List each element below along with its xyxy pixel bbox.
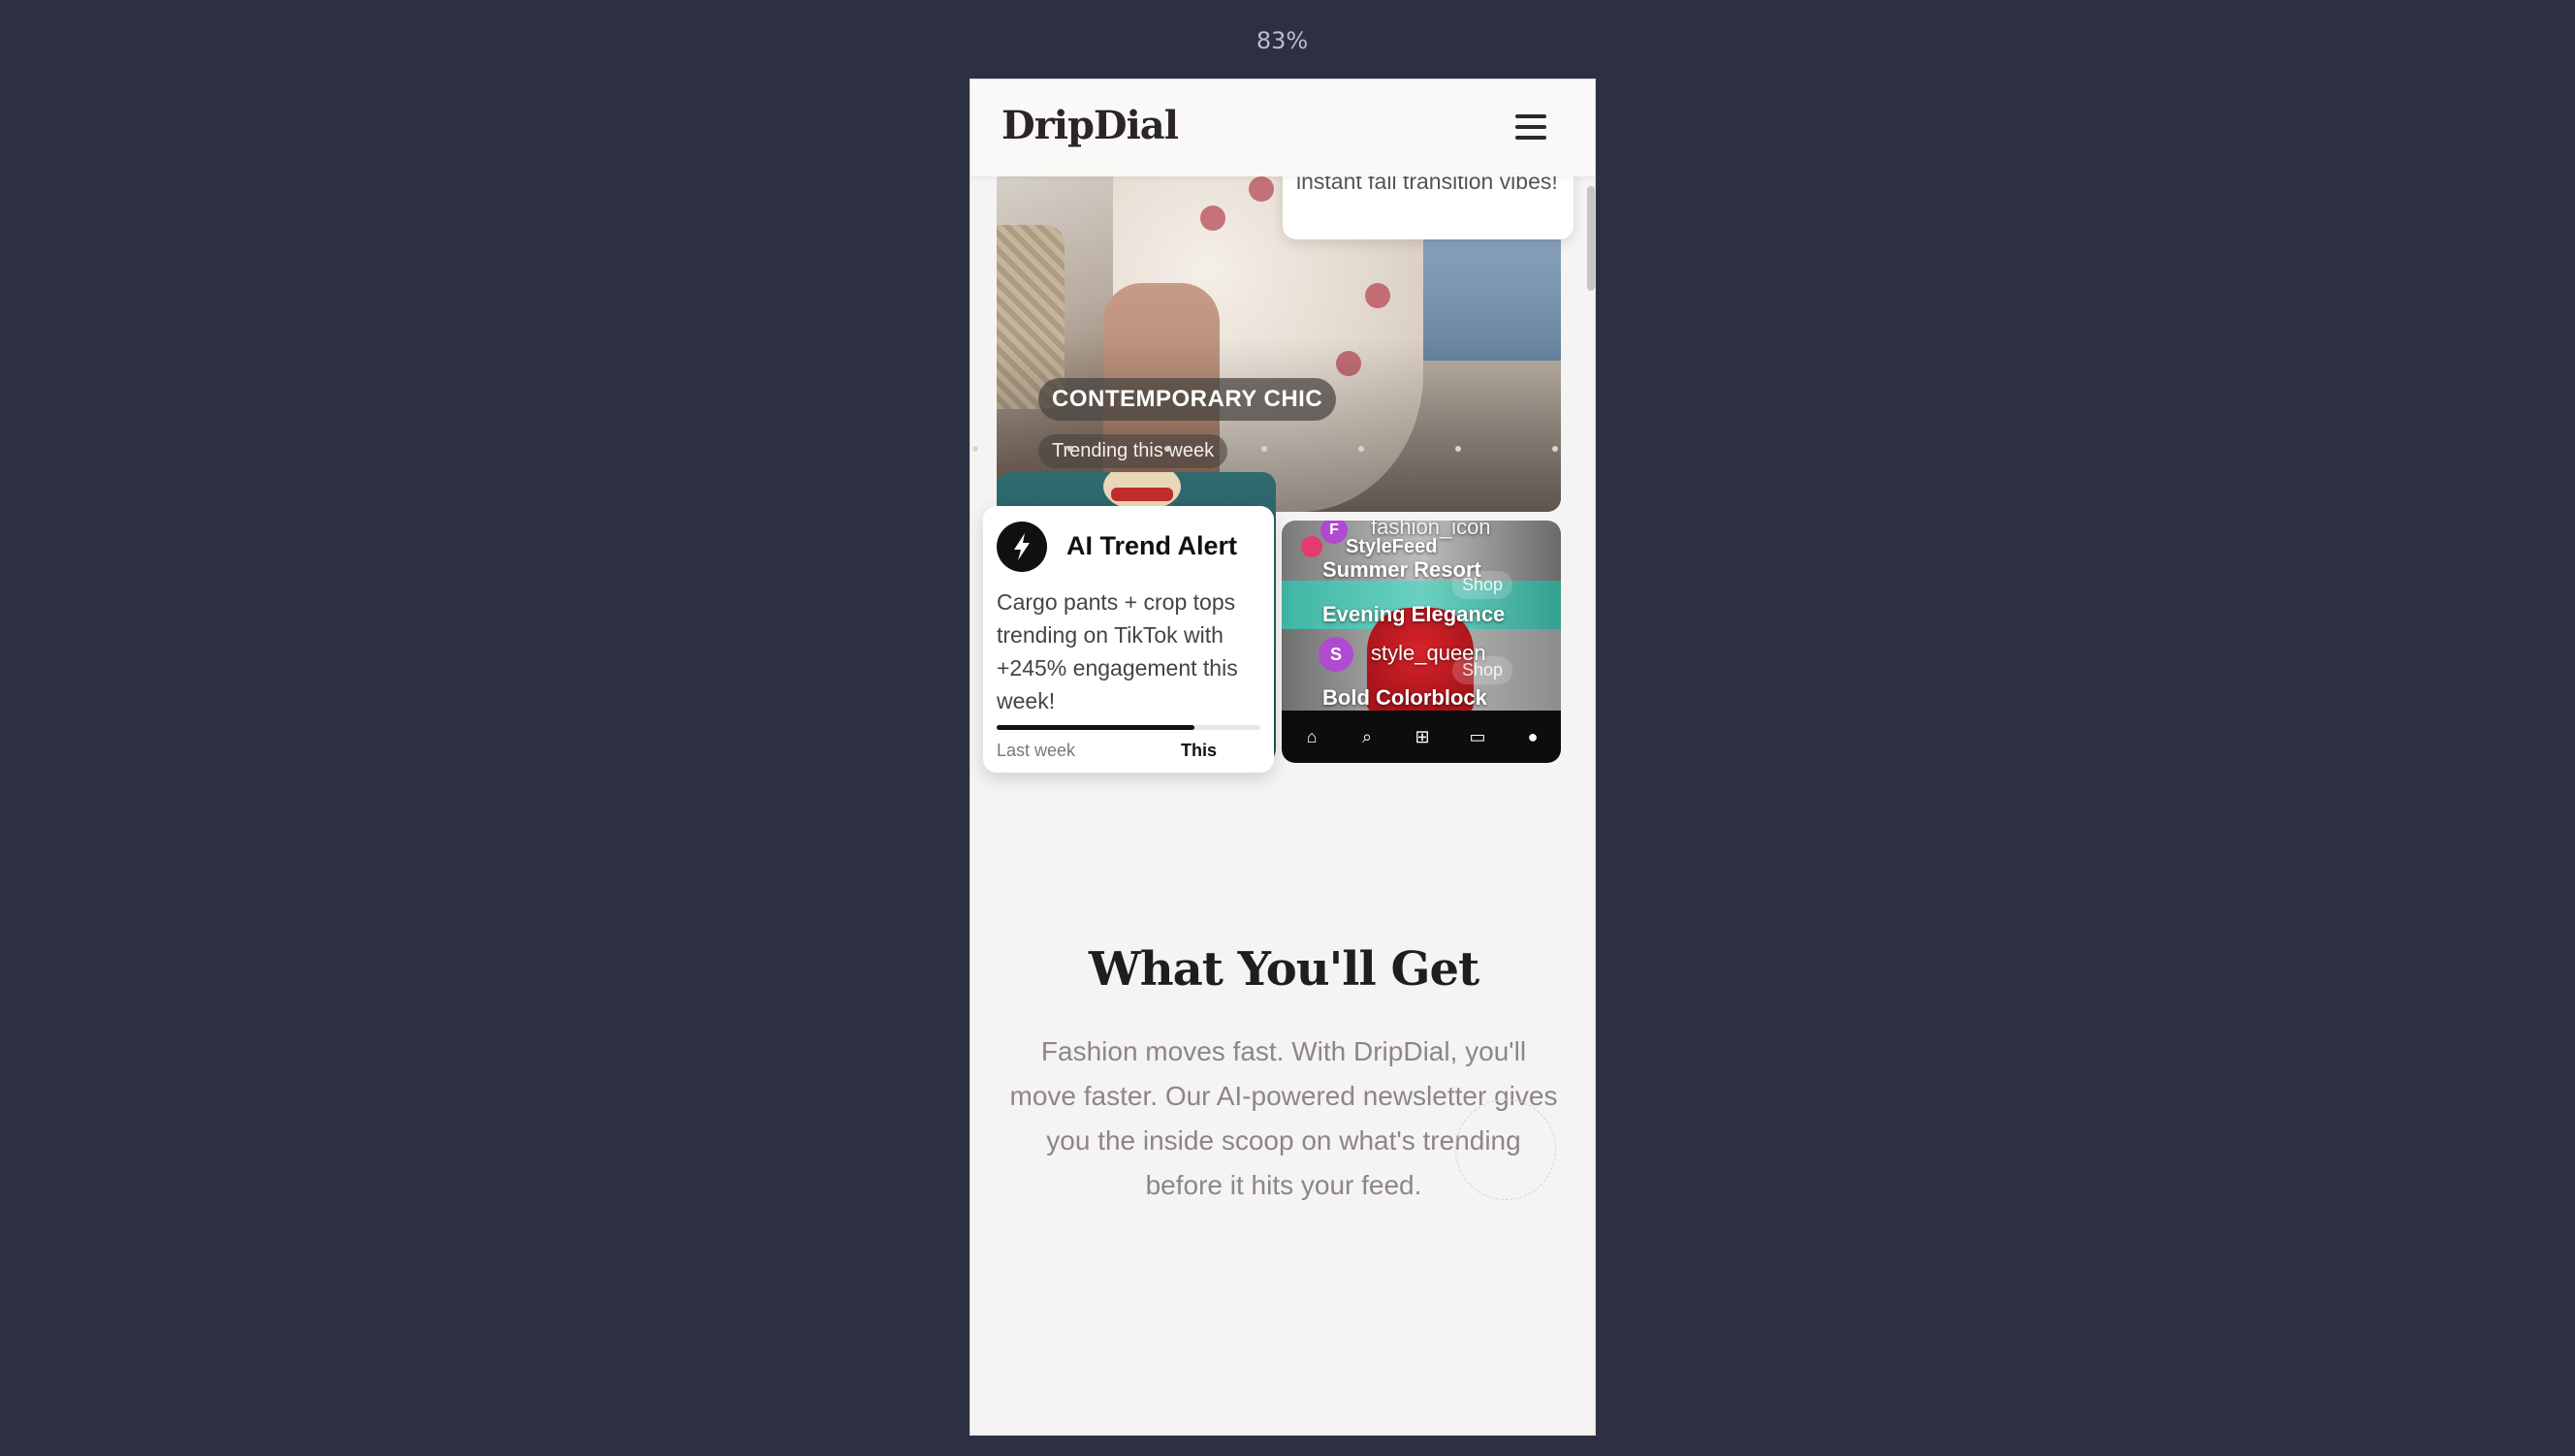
app-preview-card: F fashion_icon StyleFeed Summer Resort S… [1282,521,1561,763]
decorative-dots [970,446,1595,465]
profile-icon[interactable]: ● [1522,726,1543,747]
alert-title: AI Trend Alert [1066,531,1238,560]
inbox-icon[interactable]: ▭ [1467,726,1488,747]
wave-divider [970,799,1595,913]
scrollbar[interactable] [1587,186,1595,291]
bottom-nav: ⌂ ⌕ ⊞ ▭ ● [1282,711,1561,763]
section-title: What You'll Get [1088,942,1479,997]
zoom-level: 83% [1256,27,1309,54]
alert-body: Cargo pants + crop tops trending on TikT… [997,589,1238,713]
search-icon[interactable]: ⌕ [1356,726,1378,747]
mobile-viewport: DripDial CONTEMPORARY CHIC Trending this… [970,79,1596,1436]
home-icon[interactable]: ⌂ [1301,726,1322,747]
avatar: S [1319,637,1353,672]
app-name: StyleFeed [1346,536,1438,557]
site-header: DripDial [970,79,1595,176]
shop-button[interactable]: Shop [1452,656,1513,684]
logo[interactable]: DripDial [1001,103,1179,148]
stylefeed-logo-icon [1301,536,1322,557]
sunglasses-image [1111,488,1173,501]
shop-button[interactable]: Shop [1452,571,1513,599]
trend-item: Bold Colorblock [1322,685,1487,710]
engagement-progress [997,725,1260,730]
add-icon[interactable]: ⊞ [1412,726,1433,747]
trend-item: Evening Elegance [1322,602,1506,626]
ai-trend-alert-card: AI Trend Alert Cargo pants + crop tops t… [983,506,1274,773]
decorative-circle [1455,1099,1556,1200]
menu-icon[interactable] [1515,114,1546,140]
lightning-icon [997,522,1047,572]
last-week-label: Last week [997,741,1076,760]
style-tag: CONTEMPORARY CHIC [1038,378,1337,421]
this-week-label: This w [1181,741,1220,760]
